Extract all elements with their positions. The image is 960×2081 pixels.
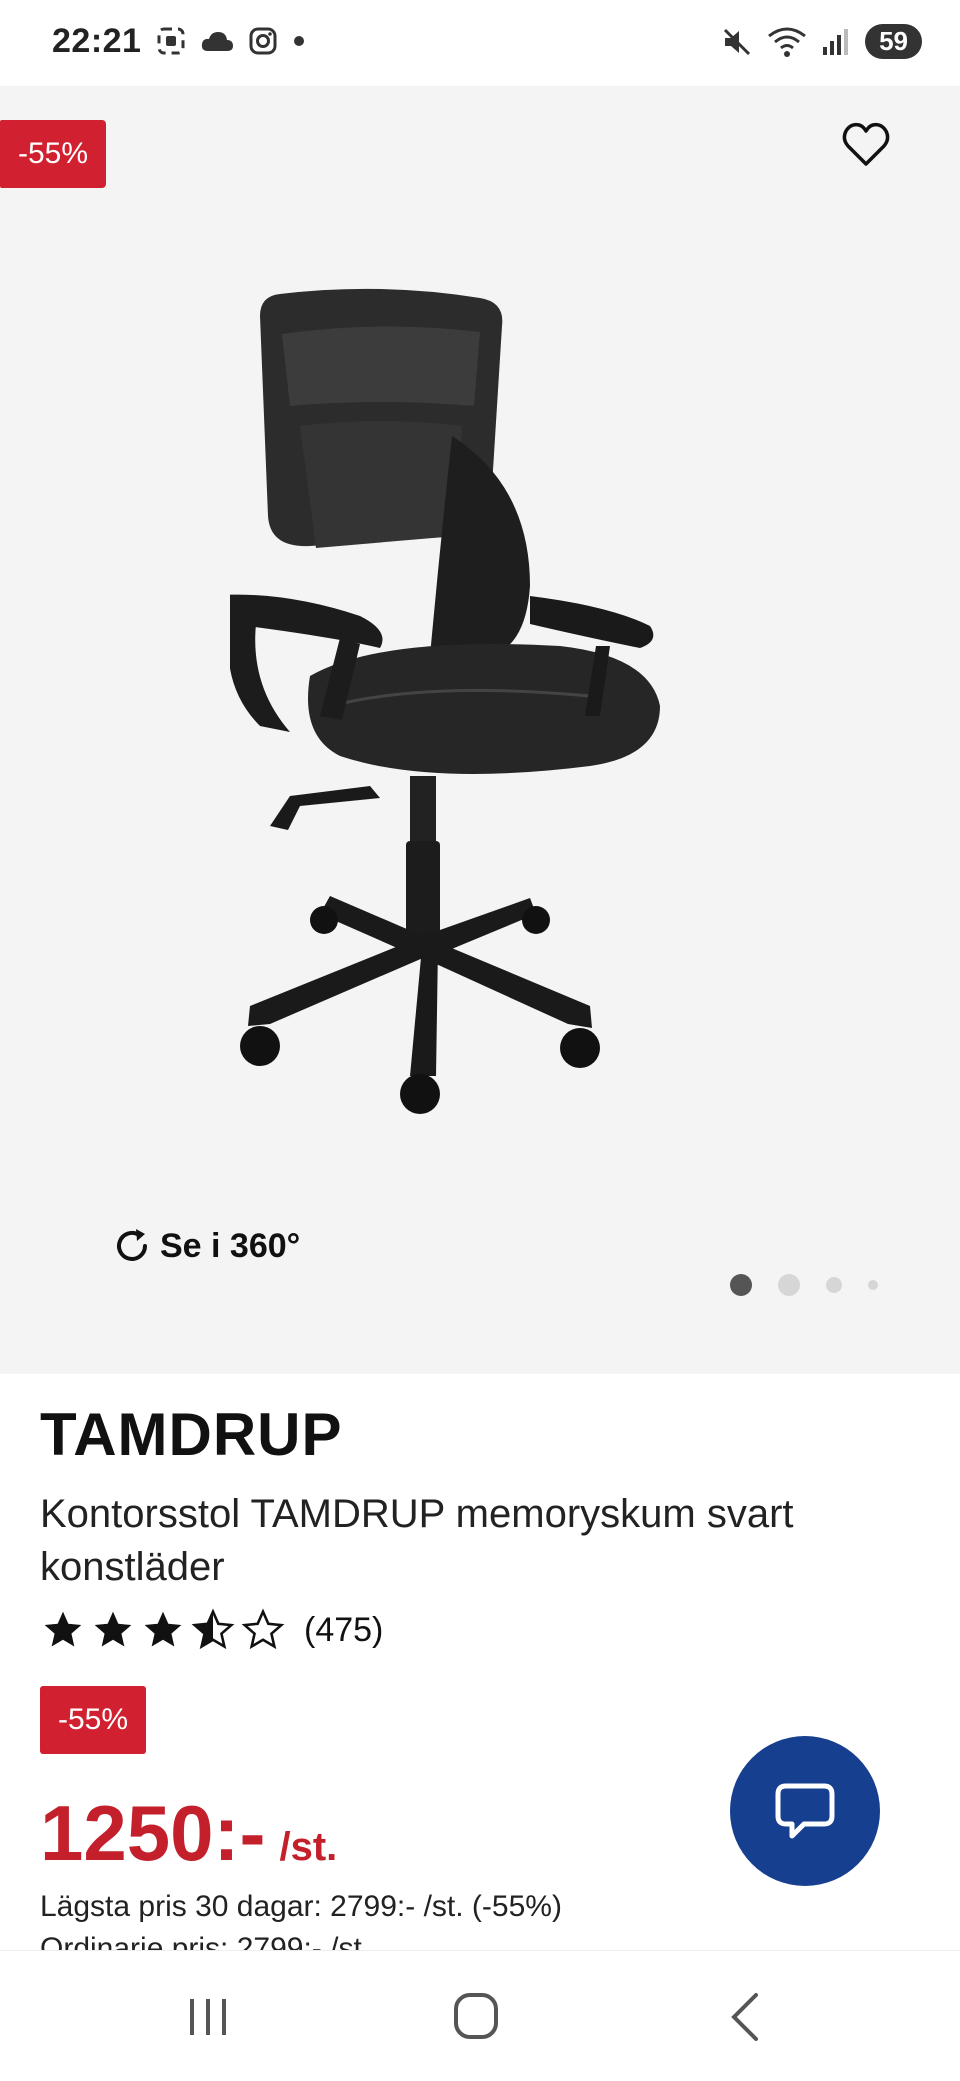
lowest-price-info: Lägsta pris 30 dagar: 2799:- /st. (-55%)	[40, 1890, 562, 1923]
review-count[interactable]: (475)	[304, 1611, 383, 1650]
discount-badge: -55%	[0, 120, 106, 188]
product-rating[interactable]: (475)	[40, 1608, 383, 1652]
dot-icon	[294, 36, 304, 46]
view-360-label: Se i 360°	[160, 1226, 301, 1265]
back-icon[interactable]	[716, 1989, 776, 2045]
instagram-icon	[249, 27, 277, 55]
star-full-icon	[44, 1611, 82, 1647]
system-navigation-bar	[0, 1950, 960, 2081]
cloud-icon	[201, 32, 233, 51]
star-empty-icon	[241, 1608, 285, 1650]
star-full-icon	[94, 1611, 132, 1647]
home-icon[interactable]	[446, 1989, 506, 2045]
product-image-carousel[interactable]: -55% Se i 360°	[0, 86, 960, 1374]
price-discount-badge: -55%	[40, 1686, 146, 1754]
status-time: 22:21	[52, 22, 142, 60]
star-full-icon	[144, 1611, 182, 1647]
wifi-icon	[768, 27, 806, 57]
chat-button[interactable]	[730, 1736, 880, 1886]
price: 1250:- /st.	[40, 1788, 337, 1879]
chat-bubble-icon	[775, 1783, 835, 1839]
status-bar: 22:21 59	[0, 0, 960, 86]
product-title: Kontorsstol TAMDRUP memoryskum svart kon…	[40, 1492, 794, 1589]
price-unit: /st.	[279, 1825, 338, 1869]
product-image	[230, 288, 660, 1114]
carousel-dot-2[interactable]	[778, 1274, 800, 1296]
carousel-dot-4[interactable]	[868, 1280, 878, 1290]
star-half-icon	[191, 1608, 235, 1650]
status-left-icons	[156, 26, 306, 56]
carousel-dot-1[interactable]	[730, 1274, 752, 1296]
carousel-indicators	[730, 1274, 878, 1296]
recents-icon[interactable]	[178, 1989, 238, 2045]
price-value: 1250:-	[40, 1789, 266, 1877]
status-right-icons: 59	[721, 24, 922, 59]
mute-icon	[724, 28, 751, 55]
product-brand: TAMDRUP	[40, 1401, 343, 1468]
battery-icon: 59	[865, 24, 922, 59]
signal-icon	[823, 28, 849, 55]
carousel-dot-3[interactable]	[826, 1277, 842, 1293]
rotate-icon	[117, 1229, 147, 1261]
favorite-heart-icon[interactable]	[840, 118, 892, 170]
ordinary-price-info: Ordinarie pris: 2799:- /st.	[40, 1932, 371, 1950]
view-360-button[interactable]: Se i 360°	[112, 1226, 300, 1266]
screenshot-icon	[157, 27, 185, 55]
